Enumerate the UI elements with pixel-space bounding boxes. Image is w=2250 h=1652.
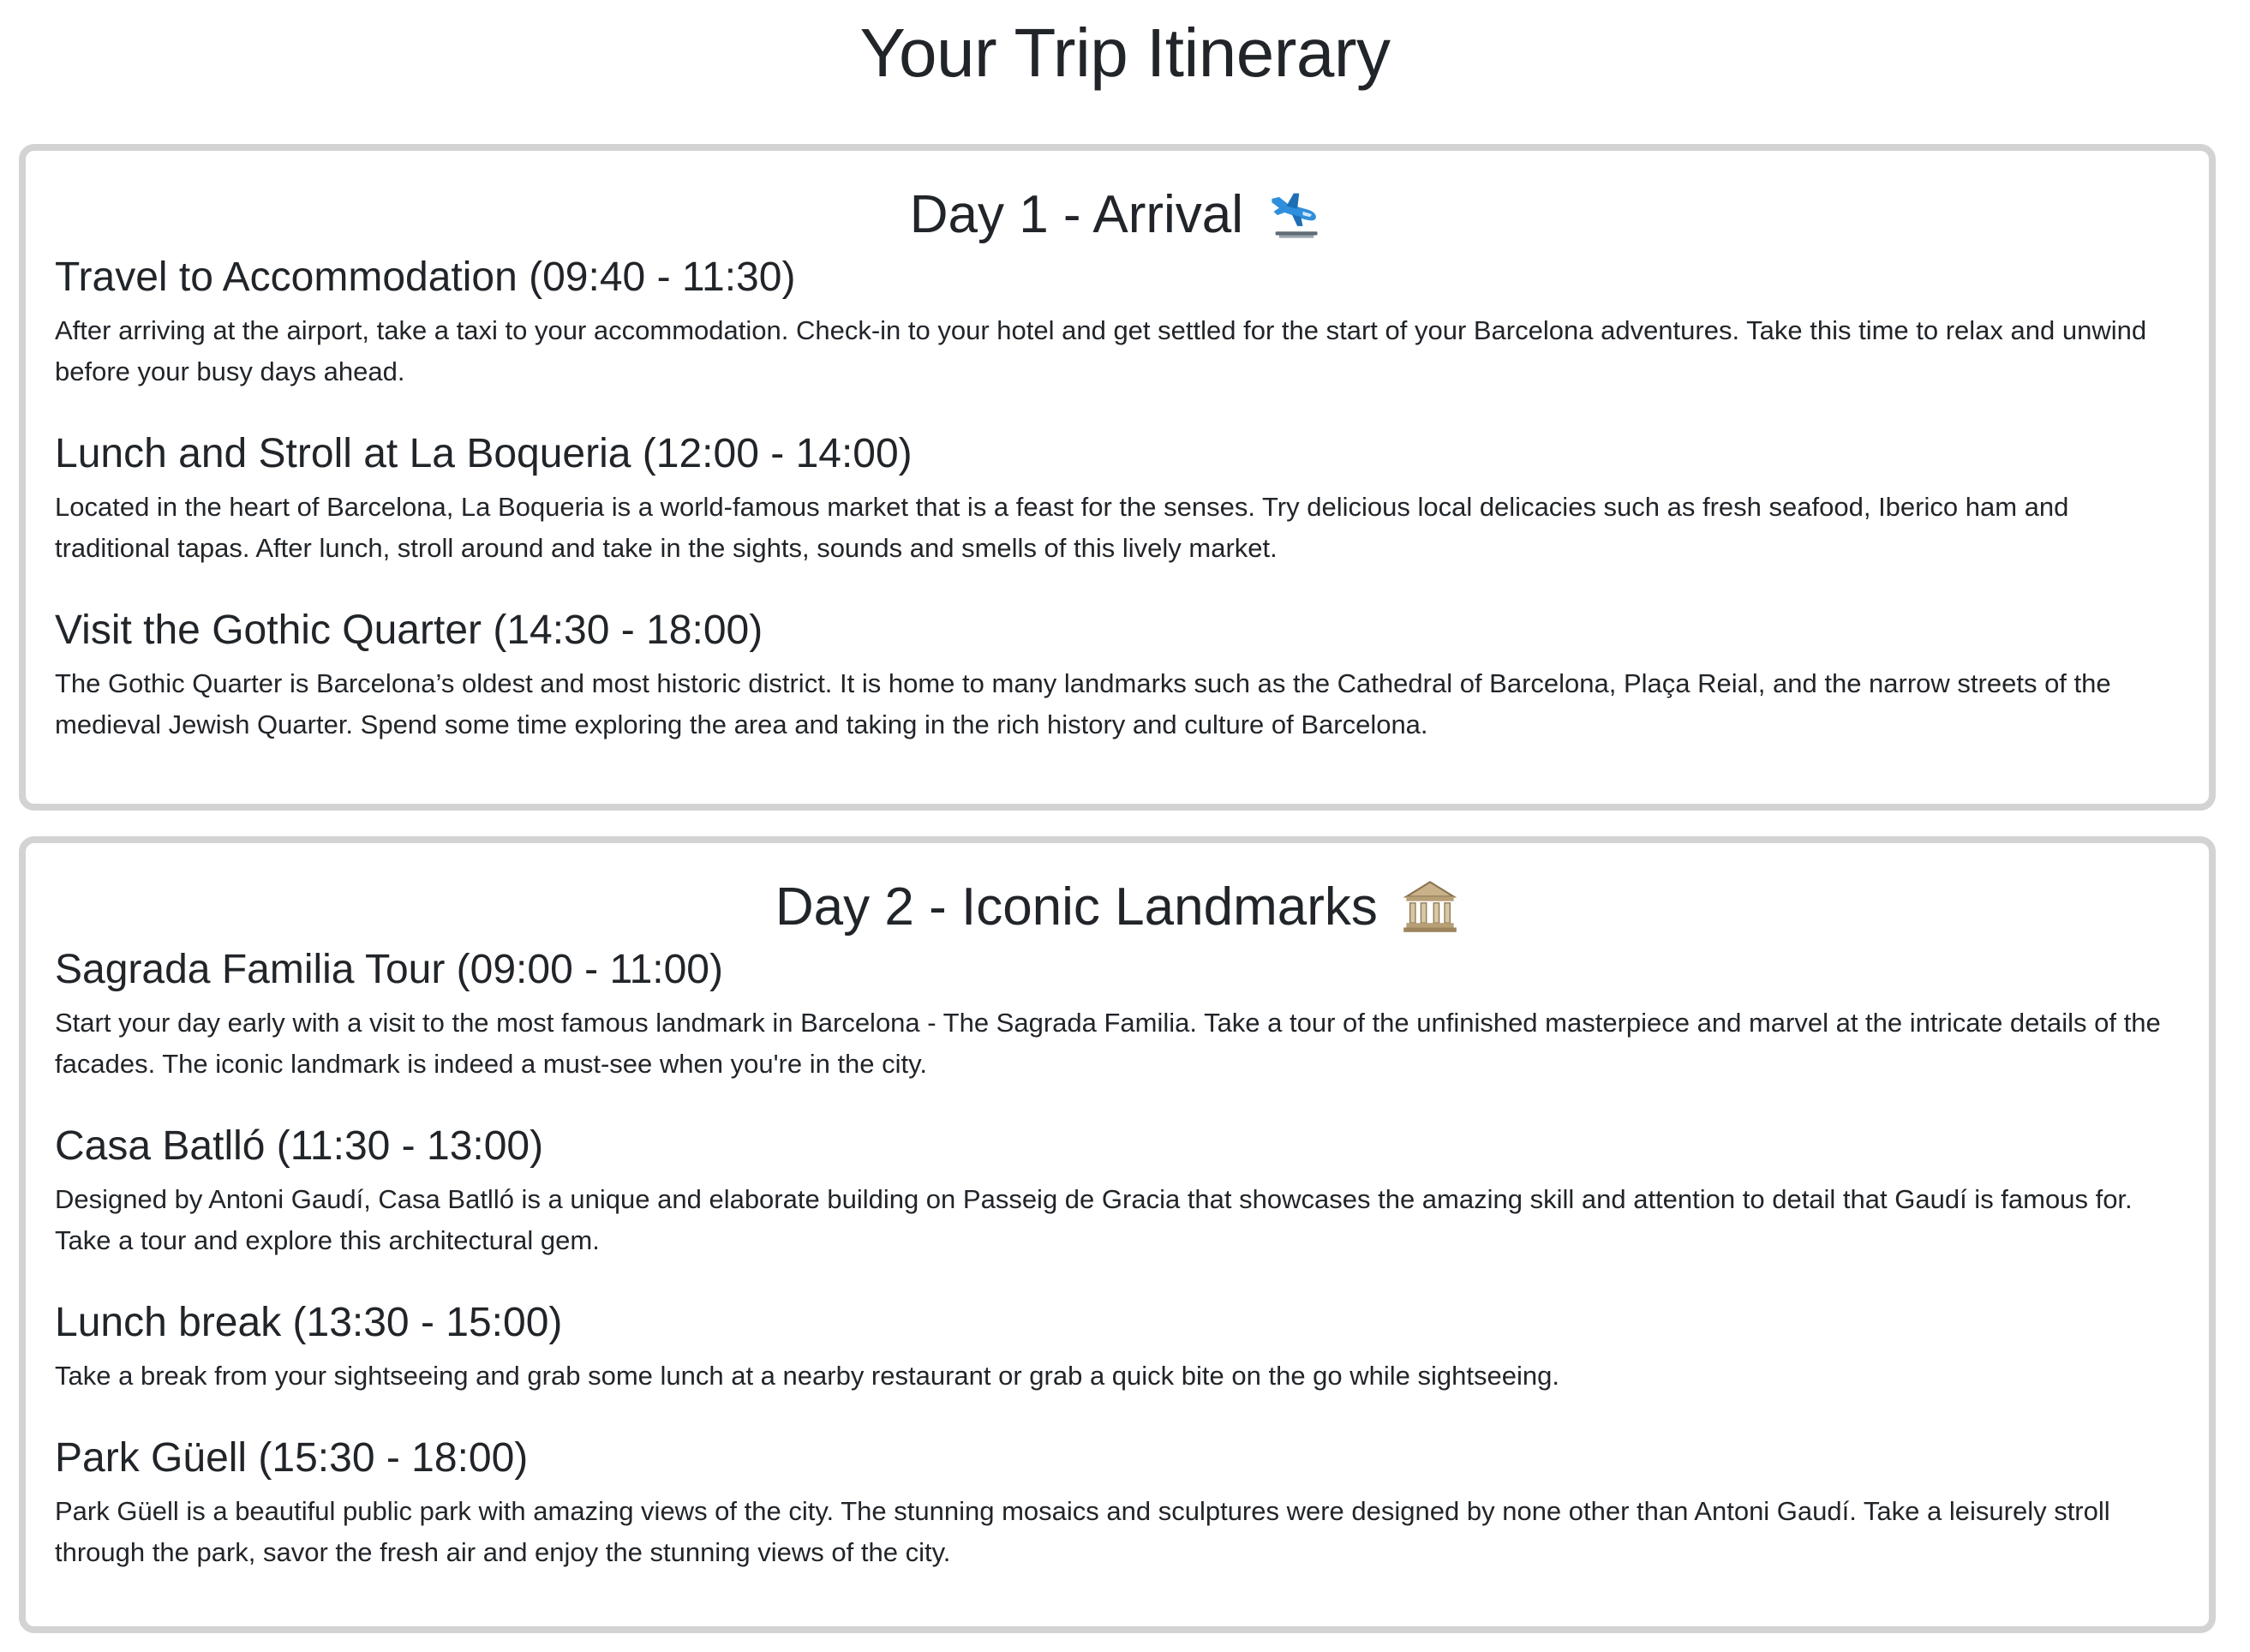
airplane-arrival-icon	[1272, 193, 1318, 238]
activity-item: Travel to Accommodation (09:40 - 11:30) …	[55, 252, 2180, 392]
activity-title: Visit the Gothic Quarter (14:30 - 18:00)	[55, 608, 763, 653]
activity-description: Located in the heart of Barcelona, La Bo…	[55, 492, 2069, 563]
day-card-1: Day 1 - Arrival Travel to Accommodation …	[19, 144, 2216, 811]
activity-description: The Gothic Quarter is Barcelona’s oldest…	[55, 668, 2111, 739]
classical-building-icon	[1403, 880, 1457, 932]
day-heading: Day 2 - Iconic Landmarks	[55, 874, 2180, 941]
activity-title: Lunch break (13:30 - 15:00)	[55, 1300, 563, 1345]
activity-item: Visit the Gothic Quarter (14:30 - 18:00)…	[55, 605, 2180, 745]
activity-title: Casa Batlló (11:30 - 13:00)	[55, 1123, 544, 1169]
activity-title: Travel to Accommodation (09:40 - 11:30)	[55, 254, 796, 300]
activity-item: Lunch and Stroll at La Boqueria (12:00 -…	[55, 428, 2180, 569]
activity-description: Start your day early with a visit to the…	[55, 1008, 2161, 1079]
activity-title: Lunch and Stroll at La Boqueria (12:00 -…	[55, 431, 913, 476]
activity-item: Casa Batlló (11:30 - 13:00) Designed by …	[55, 1121, 2180, 1261]
activity-title: Park Güell (15:30 - 18:00)	[55, 1435, 529, 1481]
activity-description: Take a break from your sightseeing and g…	[55, 1361, 1559, 1391]
activity-description: Designed by Antoni Gaudí, Casa Batlló is…	[55, 1184, 2133, 1255]
activity-item: Lunch break (13:30 - 15:00) Take a break…	[55, 1297, 2180, 1397]
activity-item: Park Güell (15:30 - 18:00) Park Güell is…	[55, 1433, 2180, 1573]
activity-title: Sagrada Familia Tour (09:00 - 11:00)	[55, 947, 723, 992]
activity-description: Park Güell is a beautiful public park wi…	[55, 1496, 2110, 1567]
day-heading-text: Day 2 - Iconic Landmarks	[775, 877, 1378, 937]
activity-item: Sagrada Familia Tour (09:00 - 11:00) Sta…	[55, 944, 2180, 1085]
day-heading-text: Day 1 - Arrival	[909, 185, 1244, 244]
page-title: Your Trip Itinerary	[859, 15, 1391, 91]
day-card-2: Day 2 - Iconic Landmarks Sagrada Familia…	[19, 836, 2216, 1633]
activity-description: After arriving at the airport, take a ta…	[55, 315, 2147, 386]
day-heading: Day 1 - Arrival	[55, 182, 2180, 248]
